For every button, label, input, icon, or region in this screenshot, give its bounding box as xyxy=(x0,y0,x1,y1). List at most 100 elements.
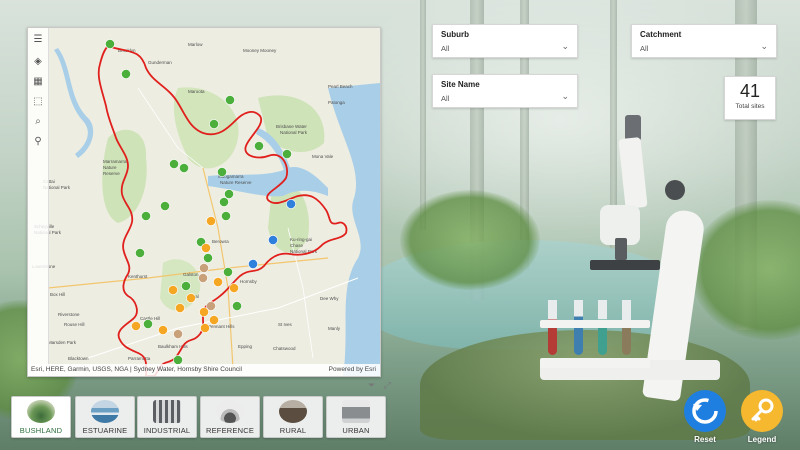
site-marker-bushland[interactable] xyxy=(135,248,145,258)
svg-text:Epping: Epping xyxy=(238,344,253,349)
category-label: INDUSTRIAL xyxy=(143,426,191,435)
site-marker-bushland[interactable] xyxy=(160,201,170,211)
map-canvas[interactable]: Brooklyn Gunderman Marlow Mooney Mooney … xyxy=(28,28,380,376)
layers-icon[interactable]: ◈ xyxy=(30,54,46,70)
site-marker-bushland[interactable] xyxy=(225,95,235,105)
site-marker-rural[interactable] xyxy=(199,263,209,273)
bushland-icon xyxy=(27,400,55,423)
site-marker-bushland[interactable] xyxy=(254,141,264,151)
category-label: RURAL xyxy=(279,426,307,435)
urban-icon xyxy=(342,400,370,423)
svg-text:Blacktown: Blacktown xyxy=(68,356,89,361)
reset-button[interactable]: Reset xyxy=(684,390,726,444)
catchment-slicer[interactable]: Catchment All ⌄ xyxy=(631,24,777,58)
site-marker-industrial[interactable] xyxy=(199,307,209,317)
site-marker-bushland[interactable] xyxy=(143,319,153,329)
site-marker-industrial[interactable] xyxy=(168,285,178,295)
site-marker-bushland[interactable] xyxy=(223,267,233,277)
basemap-icon[interactable]: ▦ xyxy=(30,74,46,90)
site-marker-bushland[interactable] xyxy=(217,167,227,177)
site-marker-bushland[interactable] xyxy=(181,281,191,291)
reset-label: Reset xyxy=(694,435,716,444)
category-button-industrial[interactable]: INDUSTRIAL xyxy=(137,396,197,438)
site-marker-bushland[interactable] xyxy=(179,163,189,173)
map-toolbar: ☰ ◈ ▦ ⬚ ⌕ ⚲ xyxy=(28,28,49,376)
total-sites-value: 41 xyxy=(739,81,761,101)
chevron-down-icon[interactable]: ⌄ xyxy=(561,91,569,102)
site-marker-industrial[interactable] xyxy=(201,243,211,253)
site-marker-bushland[interactable] xyxy=(282,149,292,159)
site-marker-industrial[interactable] xyxy=(200,323,210,333)
chevron-down-icon[interactable]: ⌄ xyxy=(561,41,569,52)
site-marker-bushland[interactable] xyxy=(221,211,231,221)
category-label: REFERENCE xyxy=(205,426,255,435)
category-label: ESTUARINE xyxy=(82,426,128,435)
svg-text:Pearl Beach: Pearl Beach xyxy=(328,84,353,89)
map-attribution: Esri, HERE, Garmin, USGS, NGA | Sydney W… xyxy=(28,364,380,376)
site-marker-estuarine[interactable] xyxy=(268,235,278,245)
category-button-reference[interactable]: REFERENCE xyxy=(200,396,260,438)
site-marker-bushland[interactable] xyxy=(141,211,151,221)
reference-icon xyxy=(216,400,244,423)
svg-text:Riverstone: Riverstone xyxy=(58,312,80,317)
site-marker-bushland[interactable] xyxy=(219,197,229,207)
filter-icon[interactable]: ⏷ xyxy=(368,380,375,390)
total-sites-label: Total sites xyxy=(735,103,765,110)
site-marker-estuarine[interactable] xyxy=(286,199,296,209)
svg-text:Manly: Manly xyxy=(328,326,341,331)
locate-icon[interactable]: ⚲ xyxy=(30,134,46,150)
site-marker-bushland[interactable] xyxy=(169,159,179,169)
site-name-slicer[interactable]: Site Name All ⌄ xyxy=(432,74,578,108)
svg-text:Pennant Hills: Pennant Hills xyxy=(208,324,235,329)
focus-mode-icon[interactable]: ⤢ xyxy=(384,380,391,390)
site-marker-industrial[interactable] xyxy=(206,216,216,226)
site-marker-bushland[interactable] xyxy=(232,301,242,311)
svg-text:Dee Why: Dee Why xyxy=(320,296,339,301)
industrial-icon xyxy=(153,400,181,423)
site-marker-bushland[interactable] xyxy=(203,253,213,263)
svg-text:Nature Reserve: Nature Reserve xyxy=(220,180,252,185)
svg-text:National Park: National Park xyxy=(280,130,308,135)
site-marker-industrial[interactable] xyxy=(131,321,141,331)
site-marker-bushland[interactable] xyxy=(105,39,115,49)
site-marker-industrial[interactable] xyxy=(175,303,185,313)
search-icon[interactable]: ⌕ xyxy=(30,114,46,130)
category-button-estuarine[interactable]: ESTUARINE xyxy=(75,396,135,438)
svg-text:Nature: Nature xyxy=(103,165,117,170)
site-marker-bushland[interactable] xyxy=(121,69,131,79)
site-marker-industrial[interactable] xyxy=(213,277,223,287)
site-marker-rural[interactable] xyxy=(198,273,208,283)
legend-label: Legend xyxy=(747,435,777,444)
svg-text:Berowra: Berowra xyxy=(212,239,229,244)
attribution-text: Esri, HERE, Garmin, USGS, NGA | Sydney W… xyxy=(31,366,242,373)
svg-text:Chatswood: Chatswood xyxy=(273,346,296,351)
catchment-slicer-value[interactable]: All xyxy=(640,44,648,53)
category-button-bushland[interactable]: BUSHLAND xyxy=(11,396,71,438)
powered-by-esri[interactable]: Powered by Esri xyxy=(329,364,376,376)
svg-text:Patonga: Patonga xyxy=(328,100,345,105)
site-marker-estuarine[interactable] xyxy=(248,259,258,269)
menu-icon[interactable]: ☰ xyxy=(30,32,46,48)
site-marker-bushland[interactable] xyxy=(224,189,234,199)
legend-button[interactable]: Legend xyxy=(741,390,783,444)
svg-text:Gunderman: Gunderman xyxy=(148,60,172,65)
site-marker-industrial[interactable] xyxy=(229,283,239,293)
category-button-rural[interactable]: RURAL xyxy=(263,396,323,438)
select-icon[interactable]: ⬚ xyxy=(30,94,46,110)
site-marker-bushland[interactable] xyxy=(209,119,219,129)
total-sites-card: 41 Total sites xyxy=(724,76,776,120)
svg-text:Parramatta: Parramatta xyxy=(128,356,151,361)
svg-text:Marsden Park: Marsden Park xyxy=(48,340,77,345)
site-marker-industrial[interactable] xyxy=(158,325,168,335)
key-icon xyxy=(751,398,774,422)
site-marker-industrial[interactable] xyxy=(186,293,196,303)
suburb-slicer[interactable]: Suburb All ⌄ xyxy=(432,24,578,58)
site-name-slicer-value[interactable]: All xyxy=(441,94,449,103)
site-marker-rural[interactable] xyxy=(173,329,183,339)
chevron-down-icon[interactable]: ⌄ xyxy=(760,41,768,52)
svg-text:Kenthurst: Kenthurst xyxy=(128,274,148,279)
map-visual[interactable]: Brooklyn Gunderman Marlow Mooney Mooney … xyxy=(27,27,381,377)
suburb-slicer-value[interactable]: All xyxy=(441,44,449,53)
site-marker-industrial[interactable] xyxy=(209,315,219,325)
category-button-urban[interactable]: URBAN xyxy=(326,396,386,438)
